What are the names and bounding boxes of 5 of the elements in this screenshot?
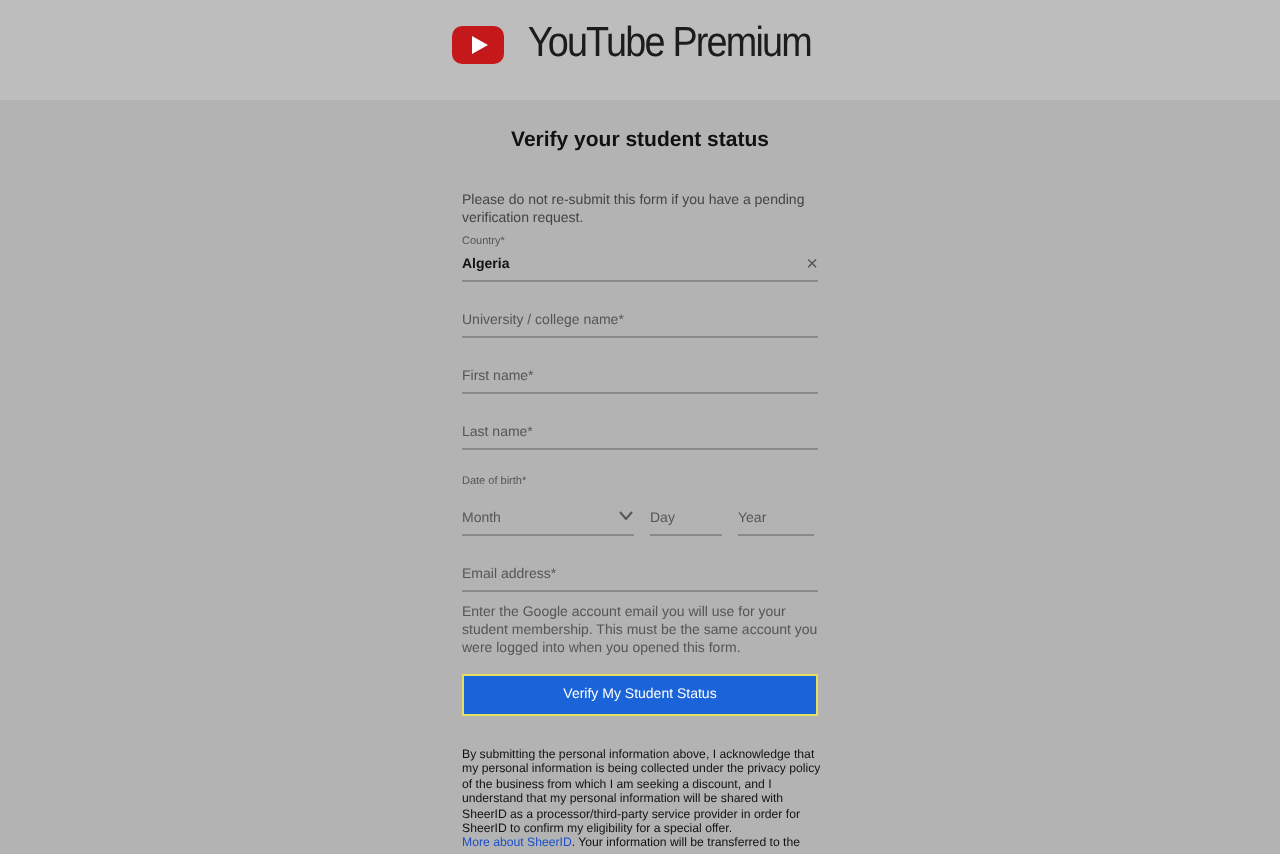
clear-icon[interactable]: × [806,256,818,274]
play-logo-icon [452,25,505,63]
chevron-down-icon [618,510,634,522]
logo-text: YouTube Premium [528,20,812,68]
form-title: Verify your student status [509,128,771,152]
